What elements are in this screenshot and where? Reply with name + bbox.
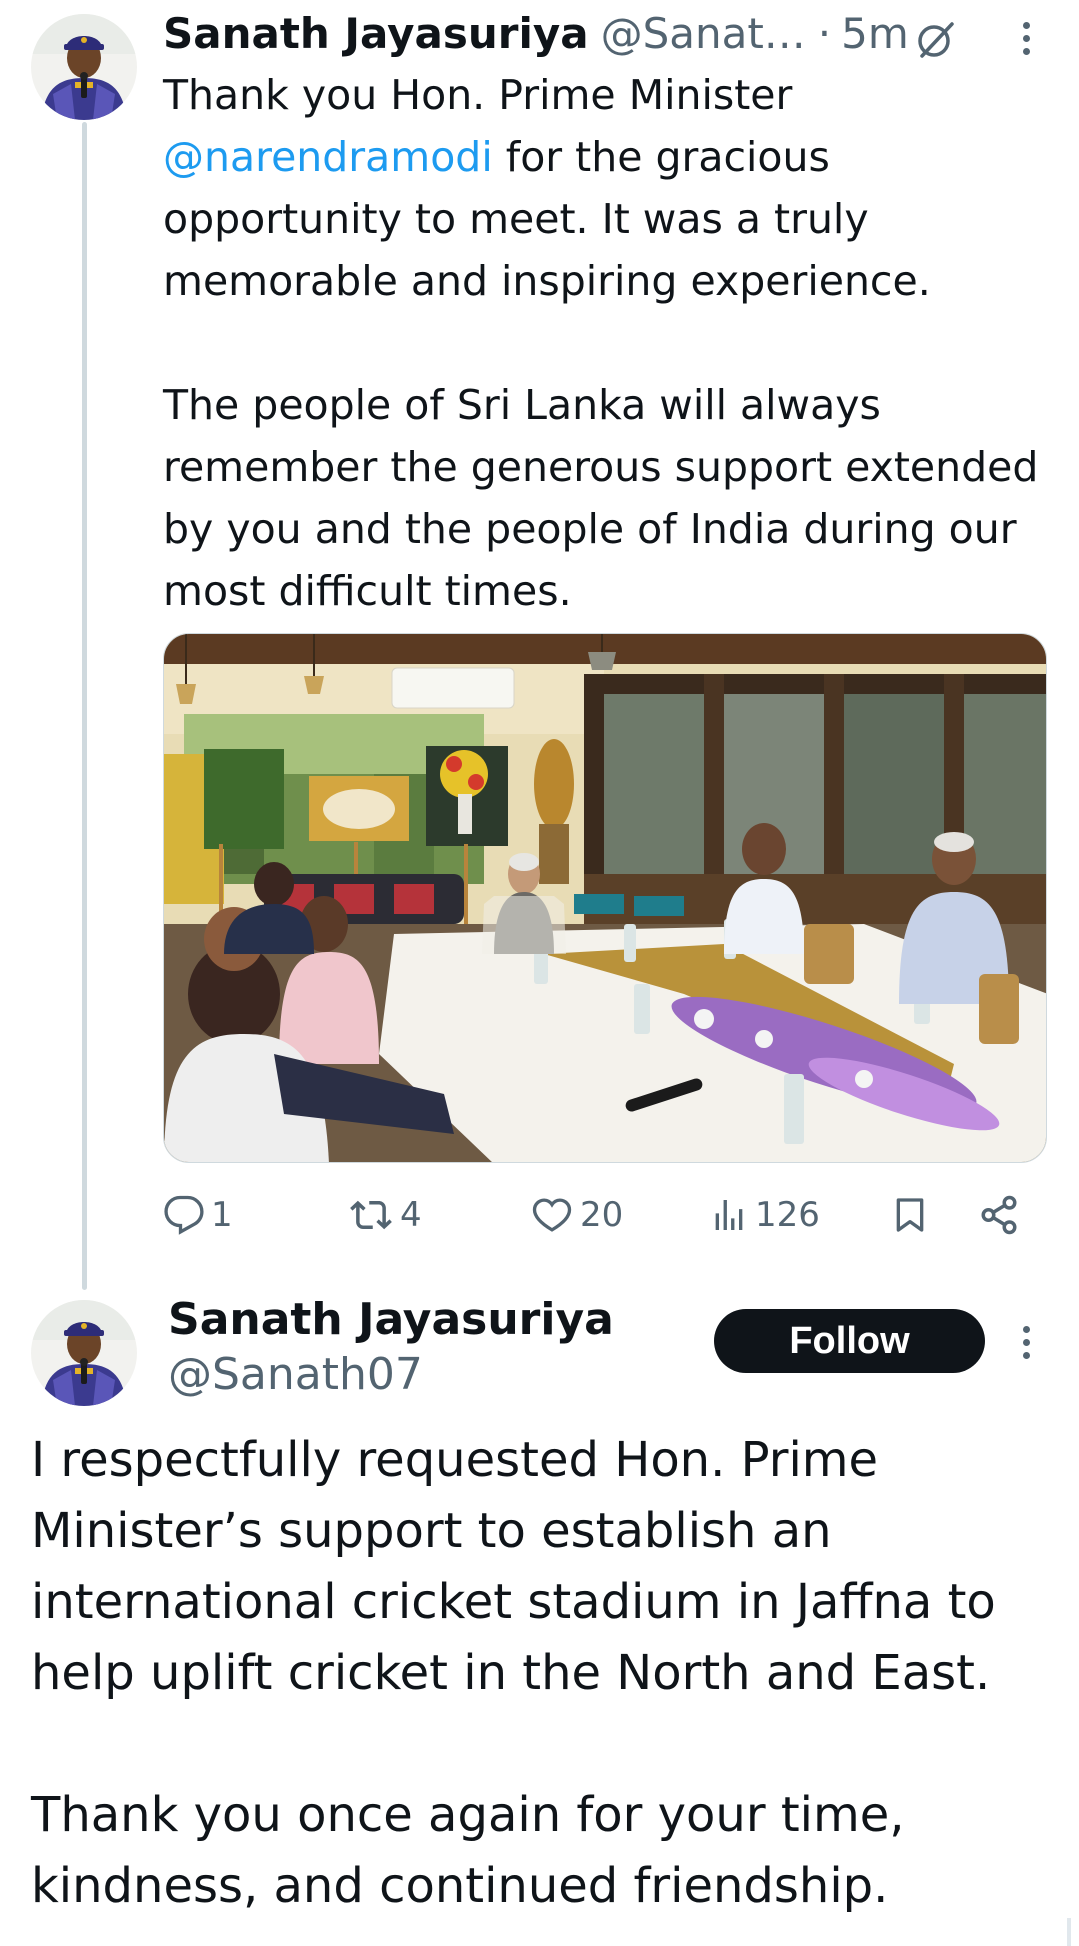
tweet-paragraph: Thank you Hon. Prime Minister @narendramo…	[163, 64, 1043, 312]
tweet-time[interactable]: 5m	[841, 6, 909, 62]
tweet-thread: Sanath Jayasuriya @Sanat… · 5m Thank you…	[0, 0, 1079, 1946]
tweet-paragraph: The people of Sri Lanka will always reme…	[163, 381, 1039, 615]
author-handle[interactable]: @Sanat…	[601, 6, 806, 62]
like-button[interactable]: 20	[530, 1180, 623, 1250]
retweet-button[interactable]: 4	[348, 1180, 422, 1250]
views-count: 126	[755, 1195, 820, 1235]
views-icon	[715, 1200, 743, 1230]
reply-button[interactable]: 1	[163, 1180, 233, 1250]
follow-button[interactable]: Follow	[714, 1309, 985, 1373]
scrollbar[interactable]	[1067, 1918, 1071, 1946]
reply-icon	[164, 1195, 204, 1235]
author-name[interactable]: Sanath Jayasuriya	[163, 6, 589, 62]
bookmark-icon	[896, 1198, 924, 1232]
tweet-text-start: Thank you Hon. Prime Minister	[163, 71, 793, 119]
like-count: 20	[580, 1195, 624, 1235]
views-button[interactable]: 126	[709, 1180, 820, 1250]
grok-icon[interactable]	[914, 18, 958, 62]
bookmark-button[interactable]	[890, 1180, 936, 1250]
mention-link[interactable]: @narendramodi	[163, 133, 493, 181]
tweet-header: Sanath Jayasuriya @Sanat… · 5m	[163, 6, 923, 62]
separator-dot: ·	[817, 9, 832, 58]
tweet-text: Thank you Hon. Prime Minister @narendramo…	[163, 64, 1043, 622]
tweet-text: I respectfully requested Hon. Prime Mini…	[31, 1425, 1061, 1922]
retweet-icon	[350, 1200, 392, 1230]
reply-count: 1	[211, 1195, 233, 1235]
avatar[interactable]	[31, 14, 137, 120]
avatar[interactable]	[31, 1300, 137, 1406]
tweet-paragraph: Thank you once again for your time, kind…	[31, 1787, 905, 1914]
share-button[interactable]	[978, 1180, 1026, 1250]
author-handle[interactable]: @Sanath07	[168, 1346, 423, 1404]
more-icon[interactable]	[1020, 18, 1032, 58]
share-icon	[981, 1195, 1017, 1235]
tweet-actions: 1 4 20 126	[163, 1180, 1043, 1250]
more-icon[interactable]	[1020, 1322, 1032, 1362]
tweet-photo[interactable]	[163, 633, 1047, 1163]
thread-connector-line	[82, 122, 87, 1290]
tweet-paragraph: I respectfully requested Hon. Prime Mini…	[31, 1432, 996, 1701]
author-name[interactable]: Sanath Jayasuriya	[168, 1290, 614, 1350]
retweet-count: 4	[400, 1195, 422, 1235]
heart-icon	[532, 1198, 572, 1232]
